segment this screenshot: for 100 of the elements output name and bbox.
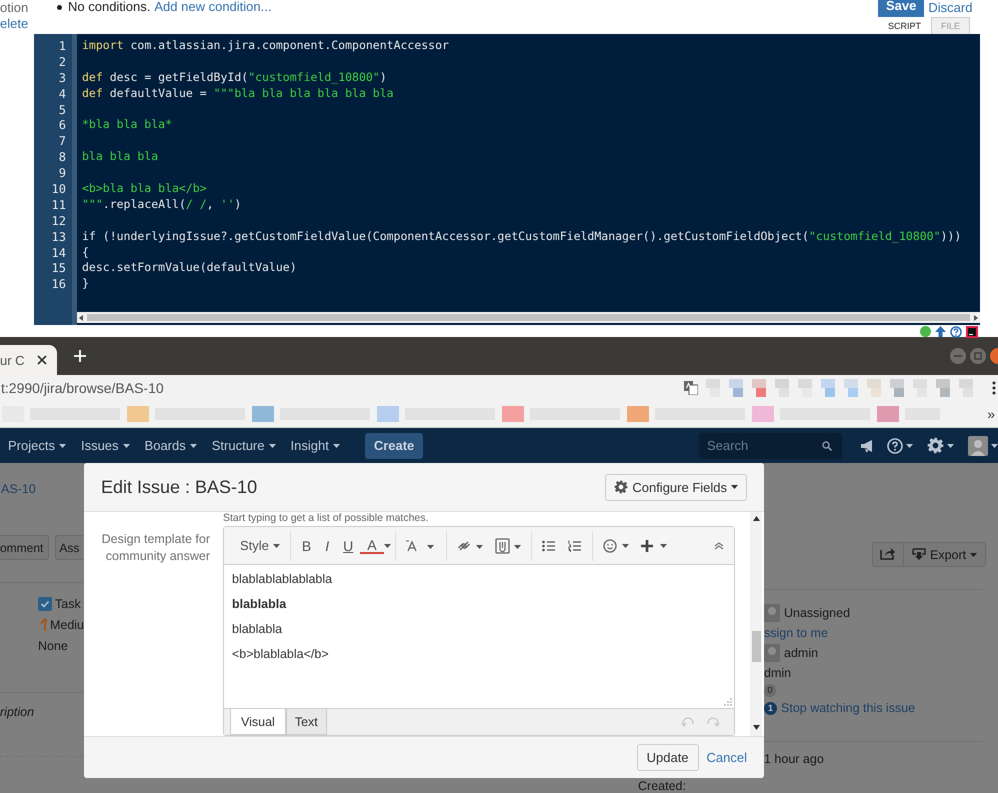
horizontal-scrollbar[interactable]: [77, 312, 980, 323]
resize-handle-icon[interactable]: [724, 698, 732, 706]
search-icon: [822, 440, 832, 450]
code-line: *bla bla bla*: [82, 117, 172, 132]
code-line: bla bla bla: [82, 149, 158, 164]
translate-icon[interactable]: [684, 380, 698, 394]
update-button[interactable]: Update: [636, 744, 699, 771]
new-tab-icon[interactable]: [74, 350, 86, 362]
line-number: 12: [50, 214, 67, 230]
address-field[interactable]: t:2990/jira/browse/BAS-10: [1, 380, 164, 396]
underline-button[interactable]: U: [336, 538, 360, 554]
caret-icon: [906, 444, 913, 448]
close-window-icon[interactable]: [990, 348, 998, 364]
bullet-list-icon[interactable]: [542, 540, 556, 552]
more-bookmarks-text[interactable]: »: [987, 406, 995, 422]
settings-icon: [614, 480, 628, 494]
attachment-icon[interactable]: [494, 538, 521, 554]
line-number: 5: [58, 102, 67, 118]
side-link[interactable]: elete: [0, 16, 55, 32]
configure-fields-button[interactable]: Configure Fields: [605, 474, 747, 500]
app-icon[interactable]: [966, 326, 978, 338]
nav-menu-item[interactable]: Boards: [144, 438, 197, 453]
caret-icon: [268, 444, 276, 448]
bullet-icon: [57, 5, 62, 10]
nav-menu-item[interactable]: Issues: [80, 438, 130, 453]
editor-paragraph: <b>blablabla</b>: [232, 646, 330, 663]
caret-icon: [332, 444, 340, 448]
nav-menu-item[interactable]: Projects: [8, 438, 66, 453]
status-dot-icon[interactable]: [920, 326, 931, 337]
save-button[interactable]: Save: [878, 0, 924, 16]
link-icon[interactable]: [456, 538, 483, 552]
caret-icon: [122, 444, 130, 448]
vertical-scrollbar[interactable]: [750, 512, 762, 736]
add-condition-link[interactable]: Add new condition...: [154, 0, 272, 14]
comment-button[interactable]: omment: [0, 535, 50, 560]
caret-icon: [272, 544, 280, 548]
line-number: 6: [58, 118, 67, 134]
scroll-down-icon[interactable]: [752, 725, 760, 730]
profile-menu[interactable]: [968, 436, 998, 456]
user-name: dmin: [764, 666, 792, 680]
share-icon: [880, 546, 896, 560]
style-dropdown[interactable]: Style: [234, 538, 286, 553]
conditions-text: No conditions.: [68, 0, 150, 14]
help-menu[interactable]: [887, 438, 913, 454]
caret-icon[interactable]: [384, 544, 391, 548]
created-label: Created:: [638, 779, 687, 793]
help-icon: [887, 438, 903, 454]
caret-icon: [190, 444, 197, 448]
bold-button[interactable]: B: [294, 538, 318, 554]
code-line: {: [82, 244, 89, 259]
code-line: def defaultValue = """bla bla bla bla bla bla: [82, 86, 394, 100]
line-number: 1: [58, 39, 67, 55]
settings-menu[interactable]: [927, 437, 954, 454]
text-color-button[interactable]: A: [360, 538, 384, 554]
assignee-name: Unassigned: [784, 606, 850, 620]
scroll-right-icon[interactable]: [972, 314, 980, 322]
editor-tab[interactable]: Text: [286, 709, 327, 735]
share-button[interactable]: [872, 542, 904, 567]
collapse-toolbar-icon[interactable]: [714, 541, 724, 550]
line-number: 13: [50, 230, 67, 246]
search-field[interactable]: Search: [699, 432, 842, 458]
rich-text-editor[interactable]: Style B I U A blablablablablabla blablabla blablabla <b>blablabla</b> Visual Text: [223, 526, 735, 736]
scroll-up-icon[interactable]: [752, 516, 760, 521]
download-icon: [912, 548, 926, 561]
emoji-icon[interactable]: [602, 538, 629, 552]
editor-paragraph: blablabla: [232, 621, 284, 638]
nav-menu-item[interactable]: Insight: [290, 438, 340, 453]
caret-icon: [991, 444, 998, 448]
assign-button[interactable]: Ass: [55, 535, 84, 560]
close-icon[interactable]: [37, 355, 47, 365]
text-size-icon[interactable]: [406, 538, 436, 552]
dialog-title: Edit Issue : BAS-10: [101, 476, 258, 498]
cancel-link[interactable]: Cancel: [706, 750, 747, 765]
code-editor[interactable]: [34, 34, 980, 325]
create-button[interactable]: Create: [364, 432, 424, 458]
description-label: ription: [0, 705, 36, 719]
avatar-icon: [968, 436, 988, 456]
avatar-icon: [764, 604, 780, 622]
insert-more-icon[interactable]: [640, 538, 667, 552]
menu-icon[interactable]: [992, 380, 996, 394]
browser-tab[interactable]: ur C: [0, 345, 57, 375]
field-hint: Start typing to get a list of possible matches.: [223, 512, 430, 526]
up-arrow-icon[interactable]: [935, 326, 946, 337]
export-button[interactable]: Export: [904, 542, 986, 567]
discard-link[interactable]: Discard: [928, 0, 972, 15]
italic-button[interactable]: I: [318, 538, 336, 554]
scrollbar-thumb[interactable]: [87, 314, 970, 321]
scrollbar-thumb[interactable]: [752, 631, 760, 662]
numbered-list-icon[interactable]: [568, 540, 582, 552]
line-number: 16: [50, 277, 67, 294]
nav-menu-item[interactable]: Structure: [212, 438, 276, 453]
line-number: 4: [58, 86, 67, 103]
scroll-left-icon[interactable]: [77, 314, 85, 322]
help-icon[interactable]: [950, 326, 962, 338]
caret-icon: [58, 444, 66, 448]
editor-paragraph: blablablablablabla: [232, 571, 334, 588]
editor-tab[interactable]: Visual: [230, 709, 286, 735]
code-line: <b>bla bla bla</b>: [82, 181, 207, 196]
code-line: desc.setFormValue(defaultValue): [82, 260, 297, 274]
line-number: 2: [58, 54, 67, 71]
